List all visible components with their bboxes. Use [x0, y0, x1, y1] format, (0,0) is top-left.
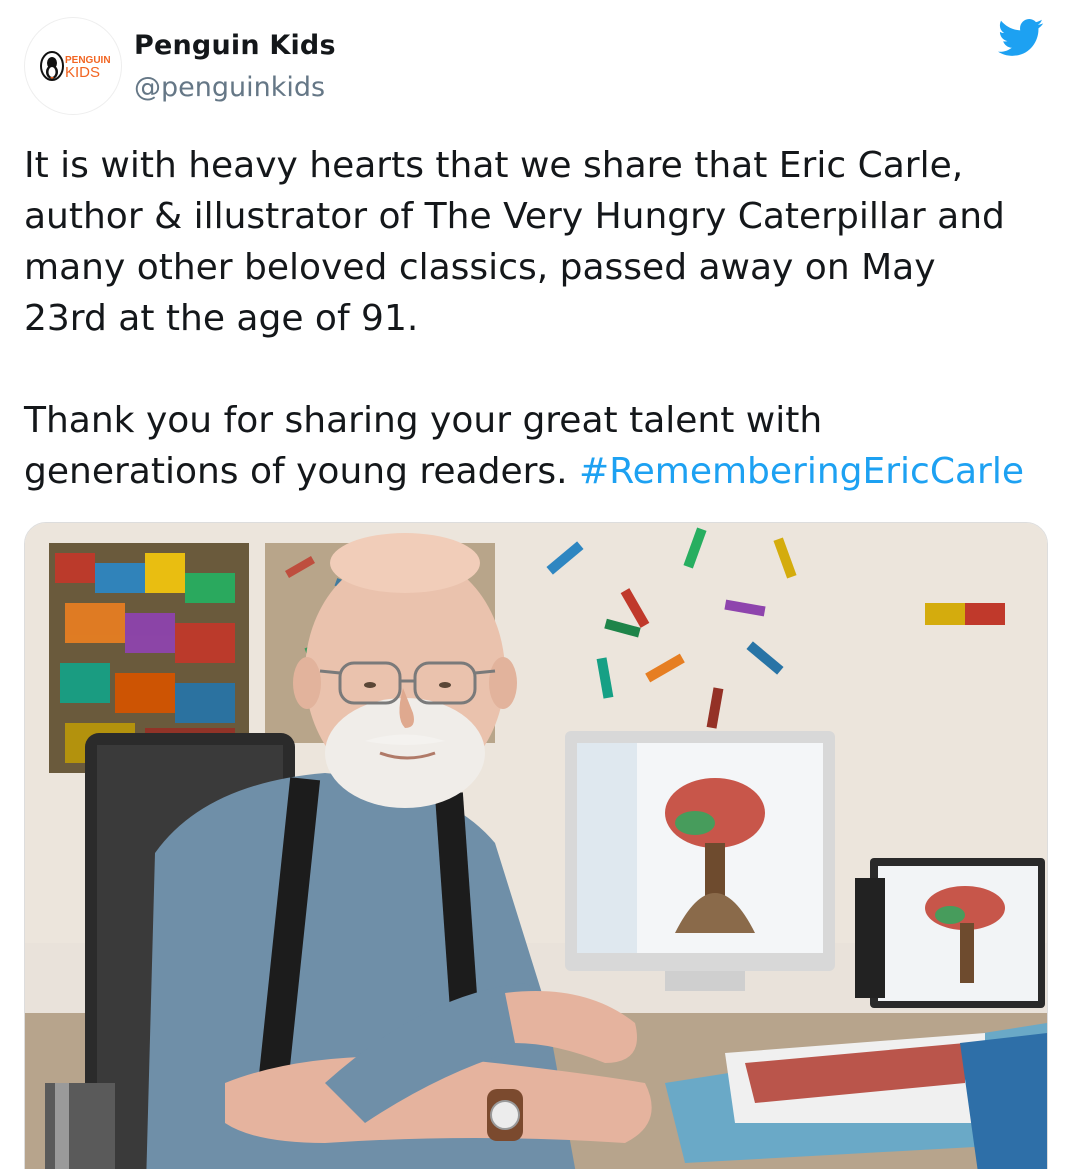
- tweet-paragraph-1: It is with heavy hearts that we share th…: [24, 145, 1005, 339]
- tweet-card: PENGUIN KIDS Penguin Kids @penguinkids I…: [0, 0, 1080, 1169]
- display-name[interactable]: Penguin Kids: [134, 30, 336, 61]
- account-handle[interactable]: @penguinkids: [134, 72, 325, 103]
- avatar[interactable]: PENGUIN KIDS: [24, 17, 122, 115]
- photo-illustration: [25, 523, 1047, 1169]
- tweet-photo[interactable]: [24, 522, 1048, 1169]
- svg-text:KIDS: KIDS: [65, 64, 100, 81]
- hashtag-link[interactable]: #RememberingEricCarle: [579, 451, 1024, 492]
- twitter-bird-icon[interactable]: [998, 18, 1044, 58]
- tweet-text: It is with heavy hearts that we share th…: [24, 140, 1054, 497]
- penguin-logo-icon: PENGUIN KIDS: [29, 22, 117, 110]
